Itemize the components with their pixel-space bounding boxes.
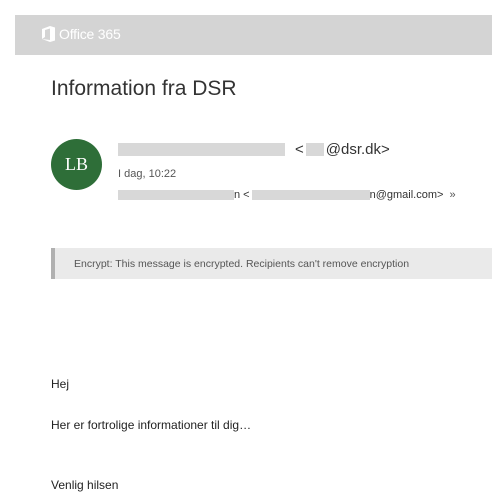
encryption-notice: Encrypt: This message is encrypted. Reci… [74, 257, 410, 270]
message-date: I dag, 10:22 [118, 168, 177, 180]
encryption-banner: Encrypt: This message is encrypted. Reci… [51, 248, 492, 279]
body-greeting: Hej [51, 377, 70, 391]
sender-line[interactable]: < @dsr.dk> [118, 141, 390, 158]
brand-label: Office 365 [59, 26, 121, 42]
app-header: Office 365 [15, 15, 492, 55]
chevron-double-down-icon[interactable]: » [449, 189, 455, 201]
sender-avatar[interactable]: LB [51, 139, 102, 190]
office-365-logo[interactable]: Office 365 [42, 26, 121, 42]
redacted-sender-name [118, 143, 285, 156]
redacted-sender-user [305, 143, 324, 156]
recipient-line[interactable]: n < n@gmail.com> » [118, 189, 456, 201]
redacted-recipient-user [251, 190, 370, 200]
recipient-open-bracket: n < [234, 189, 250, 201]
avatar-initials: LB [64, 154, 88, 174]
redacted-recipient-name [118, 190, 234, 200]
office-icon [42, 26, 55, 42]
sender-domain: @dsr.dk> [325, 141, 390, 158]
body-closing: Venlig hilsen [51, 478, 119, 492]
sender-open-bracket: < [295, 141, 304, 158]
message-subject: Information fra DSR [51, 77, 237, 100]
recipient-domain: n@gmail.com> [369, 189, 444, 201]
body-line: Her er fortrolige informationer til dig… [51, 418, 252, 432]
